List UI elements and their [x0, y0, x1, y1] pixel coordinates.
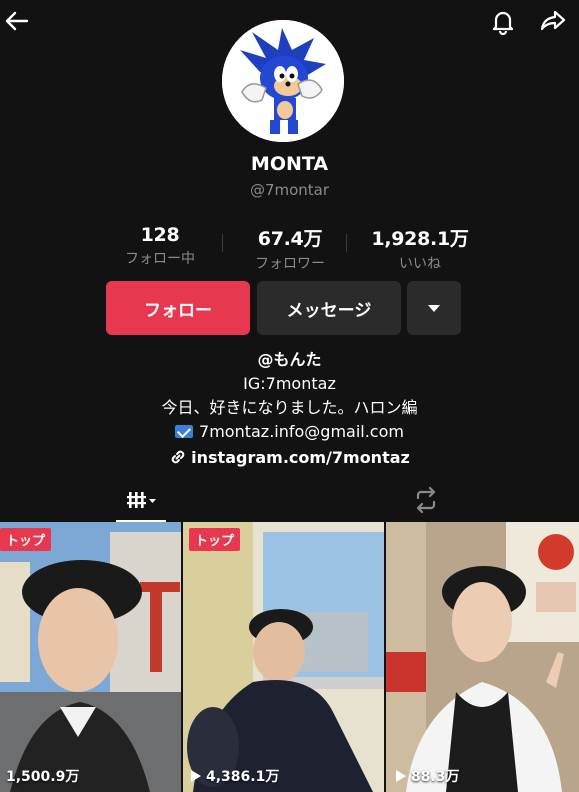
divider: [346, 234, 347, 252]
play-icon: [396, 770, 406, 782]
follow-button[interactable]: フォロー: [106, 281, 250, 335]
share-icon[interactable]: [536, 4, 570, 38]
profile-link[interactable]: instagram.com/7montaz: [0, 448, 579, 470]
video-thumbnail-image: [0, 522, 181, 792]
profile-stats: 128 フォロー中 67.4万 フォロワー 1,928.1万 いいね: [100, 224, 480, 272]
profile-name: MONTA: [250, 153, 329, 175]
video-thumbnail-image: [386, 522, 579, 792]
stat-label: フォロー中: [125, 251, 195, 267]
view-count: 1,500.9万: [6, 769, 80, 785]
play-icon: [191, 770, 201, 782]
bio-email: 7montaz.info@gmail.com: [199, 422, 404, 441]
link-icon: [169, 448, 187, 470]
bio: @もんた IG:7montaz 今日、好きになりました。ハロン編 7montaz…: [0, 348, 579, 444]
chevron-down-icon: [428, 304, 440, 312]
view-count: 4,386.1万: [206, 769, 280, 785]
stat-value: 1,928.1万: [371, 228, 469, 250]
bio-text: 今日、好きになりました。ハロン編: [161, 398, 418, 417]
top-badge: トップ: [0, 528, 52, 551]
divider: [222, 234, 223, 252]
video-thumbnail[interactable]: トップ 4,386.1万: [183, 522, 384, 792]
view-count: 88.3万: [411, 769, 460, 785]
video-thumbnail[interactable]: 88.3万: [386, 522, 579, 792]
message-button[interactable]: メッセージ: [257, 281, 401, 335]
bio-nickname: @もんた: [257, 350, 322, 369]
stat-label: いいね: [399, 256, 441, 272]
view-count-row: 88.3万: [396, 766, 460, 786]
video-grid-icon: [127, 492, 156, 508]
video-thumbnail-image: [183, 522, 384, 792]
tab-repost[interactable]: [408, 482, 444, 518]
back-arrow-icon[interactable]: [0, 4, 34, 38]
bell-icon[interactable]: [486, 4, 520, 38]
video-thumbnail[interactable]: トップ 1,500.9万: [0, 522, 181, 792]
stat-following[interactable]: 128 フォロー中: [100, 224, 220, 272]
repost-icon: [416, 486, 436, 514]
top-badge: トップ: [189, 528, 241, 551]
profile-handle: @7montar: [249, 181, 330, 199]
bio-instagram-id: IG:7montaz: [243, 374, 336, 393]
avatar[interactable]: [222, 20, 344, 142]
stat-likes: 1,928.1万 いいね: [360, 224, 480, 272]
stat-label: フォロワー: [255, 256, 325, 272]
stat-followers[interactable]: 67.4万 フォロワー: [230, 224, 350, 272]
more-options-button[interactable]: [407, 281, 461, 335]
email-icon: [175, 425, 194, 438]
stat-value: 67.4万: [257, 228, 323, 250]
bio-email-row: 7montaz.info@gmail.com: [0, 420, 579, 444]
tab-videos[interactable]: [114, 478, 166, 522]
profile-link-text: instagram.com/7montaz: [191, 448, 410, 467]
content-tabs: [0, 478, 579, 522]
stat-value: 128: [140, 224, 180, 246]
video-grid: トップ 1,500.9万 トップ 4,386.1万 88.3万: [0, 522, 579, 792]
view-count-row: 4,386.1万: [191, 766, 279, 786]
